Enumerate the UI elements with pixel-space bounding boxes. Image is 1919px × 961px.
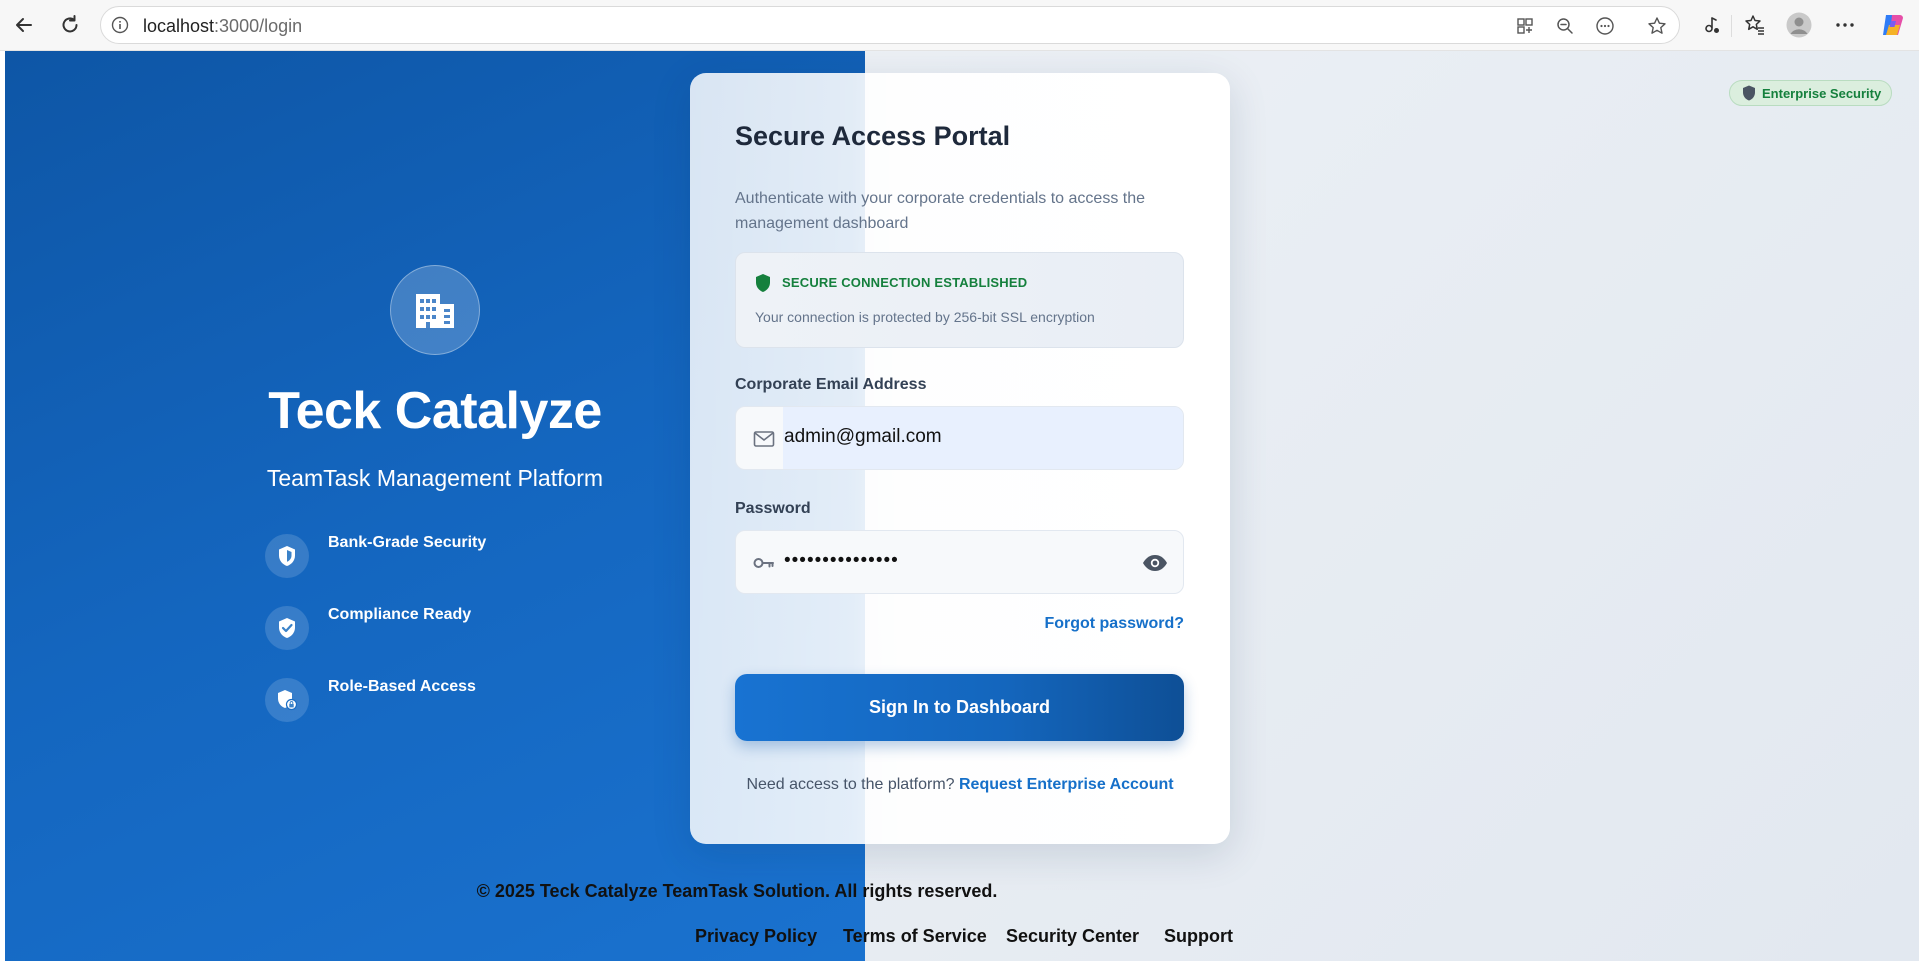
zoom-out-icon[interactable] — [1554, 15, 1576, 37]
shield-icon — [1743, 85, 1755, 101]
login-card: Secure Access Portal Authenticate with y… — [690, 73, 1230, 844]
secure-connection-notice: SECURE CONNECTION ESTABLISHED Your conne… — [735, 252, 1184, 348]
sign-in-button[interactable]: Sign In to Dashboard — [735, 674, 1184, 741]
feature-compliance-ready: Compliance Ready — [265, 606, 585, 652]
favorites-icon[interactable] — [1742, 12, 1768, 38]
forgot-password-link[interactable]: Forgot password? — [1044, 615, 1184, 633]
app-available-icon[interactable] — [1514, 15, 1536, 37]
browser-toolbar: localhost:3000/login — [0, 0, 1919, 51]
key-icon — [752, 551, 776, 575]
shield-half-icon — [265, 534, 309, 578]
support-link[interactable]: Support — [1164, 926, 1233, 947]
email-field[interactable]: admin@gmail.com — [735, 406, 1184, 470]
password-field[interactable]: ••••••••••••••• — [735, 530, 1184, 594]
reload-icon — [62, 15, 78, 33]
shield-lock-icon — [265, 678, 309, 722]
feature-bank-grade-security: Bank-Grade Security — [265, 534, 585, 580]
feature-label: Compliance Ready — [328, 606, 472, 623]
building-icon — [416, 294, 454, 328]
reload-button[interactable] — [54, 9, 86, 41]
url-host: localhost — [143, 16, 215, 36]
terms-of-service-link[interactable]: Terms of Service — [843, 926, 987, 947]
url-path: :3000/login — [214, 16, 303, 36]
request-account-link[interactable]: Request Enterprise Account — [959, 776, 1174, 793]
password-input[interactable]: ••••••••••••••• — [784, 550, 899, 572]
address-url[interactable]: localhost:3000/login — [143, 16, 302, 37]
profile-avatar-icon[interactable] — [1786, 12, 1812, 38]
badge-label: Enterprise Security — [1762, 85, 1882, 101]
email-label: Corporate Email Address — [735, 376, 927, 393]
enterprise-security-badge: Enterprise Security — [1729, 80, 1893, 106]
address-bar[interactable]: localhost:3000/login — [100, 6, 1732, 44]
back-button[interactable] — [8, 9, 40, 41]
feature-label: Role-Based Access — [328, 678, 476, 695]
secure-connection-title: SECURE CONNECTION ESTABLISHED — [782, 275, 1028, 290]
security-center-link[interactable]: Security Center — [1006, 926, 1139, 947]
shield-icon — [756, 274, 770, 292]
feature-role-based-access: Role-Based Access — [265, 678, 585, 724]
request-access-row: Need access to the platform? Request Ent… — [690, 776, 1230, 794]
email-input[interactable]: admin@gmail.com — [784, 426, 942, 448]
login-page: Teck Catalyze TeamTask Management Platfo… — [5, 51, 1919, 961]
site-info-icon[interactable] — [111, 16, 129, 34]
card-title: Secure Access Portal — [735, 121, 1011, 151]
card-description: Authenticate with your corporate credent… — [735, 190, 1145, 232]
mail-icon — [752, 427, 776, 451]
settings-more-icon[interactable] — [1832, 12, 1858, 38]
back-arrow-icon — [16, 18, 32, 32]
more-tools-icon[interactable] — [1594, 15, 1616, 37]
feature-label: Bank-Grade Security — [328, 534, 487, 551]
shield-check-icon — [265, 606, 309, 650]
copilot-icon[interactable] — [1880, 12, 1906, 38]
brand-logo — [390, 265, 480, 355]
footer-copyright: © 2025 Teck Catalyze TeamTask Solution. … — [476, 881, 998, 901]
read-aloud-icon[interactable] — [1698, 12, 1724, 38]
password-label: Password — [735, 500, 811, 517]
request-prompt: Need access to the platform? — [746, 776, 955, 793]
address-separator — [1731, 15, 1732, 37]
secure-connection-text: Your connection is protected by 256-bit … — [755, 309, 1095, 325]
privacy-policy-link[interactable]: Privacy Policy — [695, 926, 817, 947]
show-password-eye-icon[interactable] — [1141, 551, 1169, 575]
favorite-star-icon[interactable] — [1646, 15, 1668, 37]
